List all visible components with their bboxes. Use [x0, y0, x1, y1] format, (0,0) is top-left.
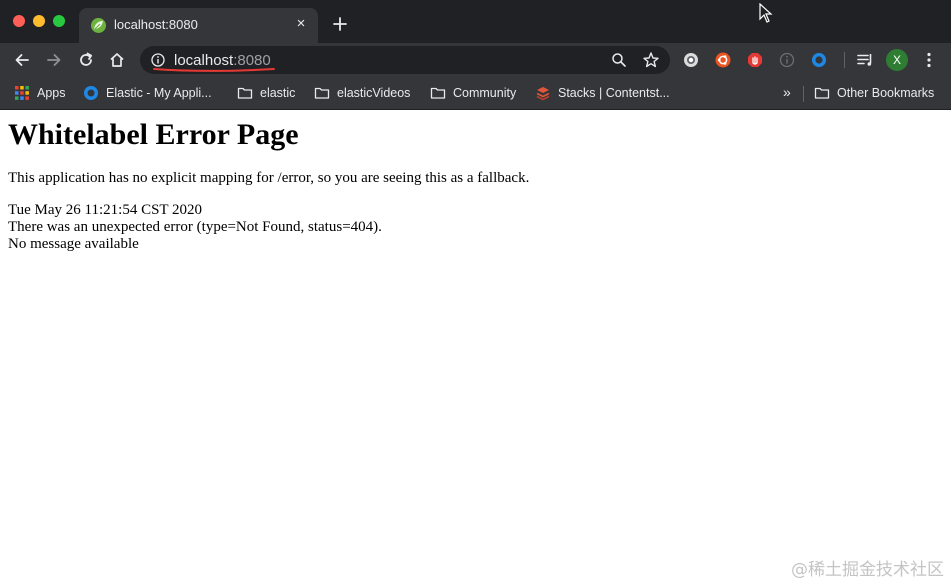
address-bar[interactable]: localhost:8080	[140, 46, 670, 74]
page-content: Whitelabel Error Page This application h…	[0, 110, 951, 586]
error-details: Tue May 26 11:21:54 CST 2020 There was a…	[8, 202, 382, 253]
bookmark-label: elasticVideos	[337, 86, 411, 100]
forward-arrow-icon[interactable]	[45, 51, 63, 69]
bookmark-folder-elastic[interactable]: elastic	[237, 84, 295, 102]
info-icon[interactable]	[779, 52, 795, 68]
contentstack-icon	[536, 87, 550, 101]
folder-icon	[314, 87, 330, 99]
tab-close-icon[interactable]: ×	[293, 16, 309, 32]
error-message: No message available	[8, 236, 139, 252]
fallback-message: This application has no explicit mapping…	[8, 170, 530, 186]
back-arrow-icon[interactable]	[13, 51, 31, 69]
bookmark-label: Stacks | Contentst...	[558, 86, 670, 100]
folder-icon	[430, 87, 446, 99]
reload-icon[interactable]	[77, 51, 95, 69]
adblock-hand-icon[interactable]	[747, 52, 763, 68]
tab-title: localhost:8080	[114, 17, 198, 32]
title-bar: localhost:8080 ×	[0, 0, 951, 43]
red-underline-annotation	[153, 68, 275, 72]
error-timestamp: Tue May 26 11:21:54 CST 2020	[8, 202, 203, 218]
bookmark-elastic-app[interactable]: Elastic - My Appli...	[83, 84, 212, 102]
bookmarks-divider	[803, 86, 804, 102]
page-title: Whitelabel Error Page	[8, 118, 299, 151]
media-playlist-icon[interactable]	[856, 51, 874, 69]
site-info-icon[interactable]	[151, 53, 165, 67]
bookmark-stacks[interactable]: Stacks | Contentst...	[535, 84, 670, 102]
bookmark-label: Other Bookmarks	[837, 86, 935, 100]
toolbar-divider	[844, 52, 845, 68]
watermark: @稀土掘金技术社区	[791, 560, 944, 580]
spring-leaf-icon	[91, 18, 106, 33]
bookmark-folder-community[interactable]: Community	[430, 84, 516, 102]
bookmark-apps[interactable]: Apps	[14, 84, 66, 102]
mouse-cursor-icon	[759, 3, 773, 23]
bookmark-label: Apps	[37, 86, 66, 100]
bookmark-label: Elastic - My Appli...	[106, 86, 212, 100]
folder-icon	[814, 87, 830, 99]
more-menu-icon[interactable]	[921, 51, 937, 69]
elastic-icon	[84, 86, 98, 100]
bookmark-folder-elasticvideos[interactable]: elasticVideos	[314, 84, 410, 102]
zoom-icon[interactable]	[611, 52, 627, 68]
bookmark-other-bookmarks[interactable]: Other Bookmarks	[814, 84, 934, 102]
circle-blue-icon[interactable]	[811, 52, 827, 68]
bookmark-star-icon[interactable]	[642, 51, 660, 69]
plus-icon[interactable]	[330, 14, 350, 34]
bookmark-label: Community	[453, 86, 517, 100]
folder-icon	[237, 87, 253, 99]
ubuntu-icon[interactable]	[715, 52, 731, 68]
bookmarks-bar: Apps Elastic - My Appli... elastic elast…	[0, 77, 951, 110]
error-description: There was an unexpected error (type=Not …	[8, 219, 382, 235]
record-icon[interactable]	[683, 52, 699, 68]
toolbar: localhost:8080 X	[0, 43, 951, 77]
more-bookmarks-chevron-icon[interactable]: »	[783, 84, 791, 100]
home-icon[interactable]	[108, 51, 126, 69]
close-window-button[interactable]	[13, 15, 25, 27]
minimize-window-button[interactable]	[33, 15, 45, 27]
browser-tab[interactable]: localhost:8080 ×	[79, 8, 318, 43]
profile-avatar[interactable]: X	[886, 49, 908, 71]
maximize-window-button[interactable]	[53, 15, 65, 27]
bookmark-label: elastic	[260, 86, 296, 100]
apps-grid-icon	[15, 86, 29, 100]
